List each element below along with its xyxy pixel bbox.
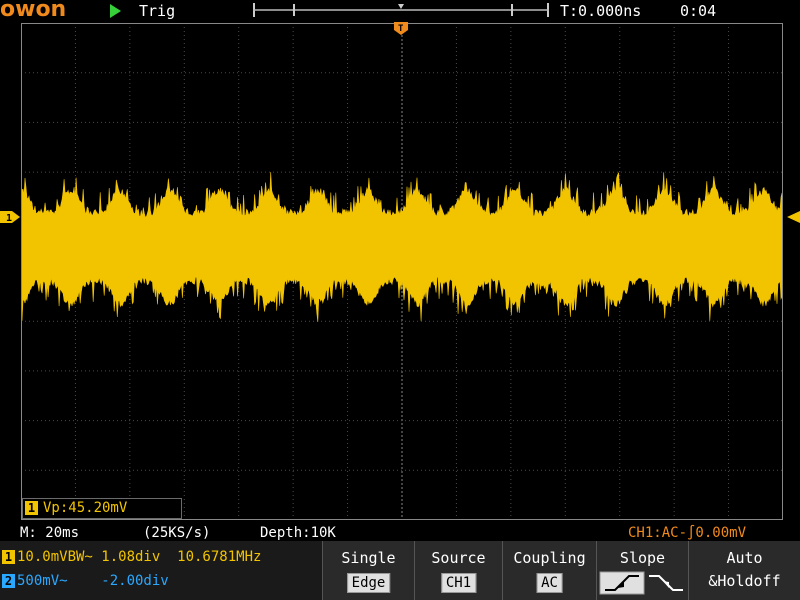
ch2-info[interactable]: 2 500mV~ -2.00div — [0, 571, 169, 591]
ch2-info-text: 500mV~ -2.00div — [17, 573, 169, 589]
ch1-offset-marker[interactable]: 1 — [0, 211, 20, 223]
single-title: Single — [341, 549, 396, 567]
channel-info-panel: 1 10.0mVBW~ 1.08div 10.6781MHz 2 500mV~ -2… — [0, 541, 322, 600]
auto-title: Auto — [726, 549, 763, 567]
ch1-badge: 1 — [2, 550, 15, 564]
holdoff-label: &Holdoff — [708, 572, 781, 590]
measurement-channel-badge: 1 — [25, 501, 38, 515]
falling-slope-icon — [649, 575, 683, 591]
source-button[interactable]: Source CH1 — [414, 541, 502, 600]
single-edge-button[interactable]: Single Edge — [322, 541, 414, 600]
clock: 0:04 — [680, 2, 717, 20]
waveform-screen[interactable] — [21, 23, 783, 520]
timebase: M: 20ms — [20, 525, 80, 541]
trigger-status: Trig — [139, 2, 176, 20]
run-state-icon — [110, 4, 121, 18]
source-value: CH1 — [440, 573, 477, 593]
ch1-info[interactable]: 1 10.0mVBW~ 1.08div 10.6781MHz — [0, 547, 261, 567]
trigger-level-marker[interactable] — [784, 211, 800, 223]
slope-button[interactable]: Slope — [596, 541, 688, 600]
source-title: Source — [431, 549, 486, 567]
sample-rate: (25KS/s) — [143, 525, 211, 541]
coupling-value: AC — [536, 573, 563, 593]
trigger-info: CH1:AC-∫0.00mV — [628, 525, 747, 541]
memory-depth: Depth:10K — [260, 525, 336, 541]
rising-slope-icon — [599, 571, 645, 595]
memory-position-bar[interactable] — [253, 1, 549, 19]
measurement-vp: Vp:45.20mV — [43, 500, 128, 516]
owon-logo: owon — [0, 0, 67, 22]
svg-text:1: 1 — [6, 213, 12, 223]
ch2-badge: 2 — [2, 574, 15, 588]
slope-title: Slope — [619, 549, 666, 567]
trigger-time-offset: T:0.000ns — [560, 2, 642, 20]
trigger-position-marker[interactable]: T — [394, 22, 408, 35]
coupling-title: Coupling — [513, 549, 586, 567]
ch1-info-text: 10.0mVBW~ 1.08div 10.6781MHz — [17, 549, 262, 565]
single-value: Edge — [346, 573, 391, 593]
auto-holdoff-button[interactable]: Auto &Holdoff — [688, 541, 800, 600]
svg-text:T: T — [398, 24, 404, 34]
measurement-box: 1 Vp:45.20mV — [22, 498, 182, 519]
coupling-button[interactable]: Coupling AC — [502, 541, 596, 600]
